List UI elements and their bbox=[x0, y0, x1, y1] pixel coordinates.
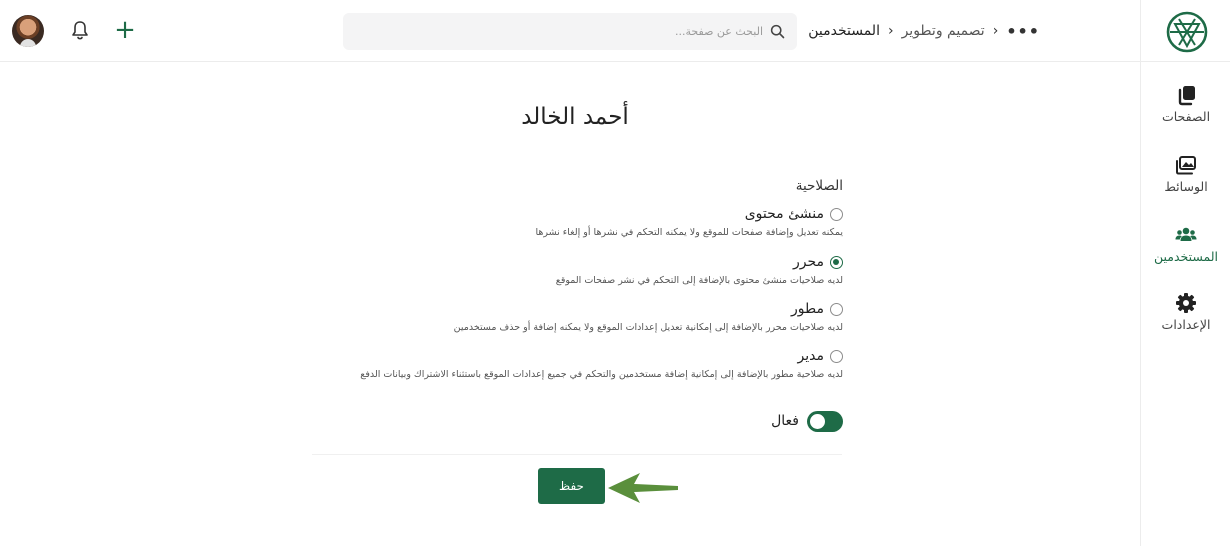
role-name: مطور bbox=[791, 301, 824, 317]
logo-area bbox=[1141, 0, 1230, 62]
add-icon[interactable]: + bbox=[114, 17, 136, 43]
role-description: يمكنه تعديل وإضافة صفحات للموقع ولا يمكن… bbox=[535, 227, 843, 238]
permission-label: الصلاحية bbox=[795, 178, 843, 194]
sidebar-item-users[interactable]: المستخدمين bbox=[1141, 224, 1230, 280]
search-input[interactable] bbox=[383, 13, 763, 50]
divider bbox=[312, 454, 842, 455]
search-box[interactable] bbox=[343, 13, 797, 50]
pages-icon bbox=[1178, 86, 1195, 106]
logo-icon[interactable] bbox=[1165, 10, 1209, 54]
breadcrumb: المستخدمين ‹ تصميم وتطوير ‹ ••• bbox=[808, 20, 1040, 42]
avatar[interactable] bbox=[12, 15, 44, 47]
pointer-arrow-icon bbox=[608, 473, 678, 503]
role-option-editor[interactable]: محرر لديه صلاحيات منشئ محتوى بالإضافة إل… bbox=[556, 252, 843, 286]
active-label: فعال bbox=[771, 413, 799, 429]
more-icon[interactable]: ••• bbox=[1006, 22, 1040, 41]
role-description: لديه صلاحيات محرر بالإضافة إلى إمكانية ت… bbox=[453, 322, 843, 333]
sidebar-item-label: الصفحات bbox=[1161, 109, 1211, 124]
sidebar-item-label: الوسائط bbox=[1164, 179, 1208, 194]
role-option-content-creator[interactable]: منشئ محتوى يمكنه تعديل وإضافة صفحات للمو… bbox=[536, 204, 843, 238]
role-option-developer[interactable]: مطور لديه صلاحيات محرر بالإضافة إلى إمكا… bbox=[454, 299, 843, 333]
breadcrumb-item-users[interactable]: المستخدمين bbox=[808, 23, 880, 39]
radio-button-selected[interactable] bbox=[830, 255, 843, 269]
role-name: مدير bbox=[797, 348, 824, 364]
active-toggle-row: فعال bbox=[771, 409, 843, 433]
chevron-icon: ‹ bbox=[992, 23, 999, 39]
role-option-admin[interactable]: مدير لديه صلاحية مطور بالإضافة إلى إمكان… bbox=[360, 346, 843, 380]
save-button[interactable]: حفظ bbox=[538, 468, 605, 504]
gear-icon bbox=[1176, 293, 1196, 313]
sidebar-item-label: المستخدمين bbox=[1153, 249, 1219, 264]
bell-icon[interactable] bbox=[70, 20, 90, 42]
radio-button[interactable] bbox=[830, 207, 843, 221]
role-description: لديه صلاحية مطور بالإضافة إلى إمكانية إض… bbox=[360, 369, 843, 380]
page-title: أحمد الخالد bbox=[521, 104, 629, 130]
chevron-icon: ‹ bbox=[887, 23, 894, 39]
breadcrumb-item-site[interactable]: تصميم وتطوير bbox=[902, 23, 985, 39]
search-icon bbox=[770, 24, 785, 39]
sidebar: الصفحات الوسائط المستخدمين الإعدادات bbox=[1140, 0, 1230, 546]
active-toggle[interactable] bbox=[807, 410, 843, 432]
sidebar-item-settings[interactable]: الإعدادات bbox=[1141, 292, 1230, 348]
sidebar-item-pages[interactable]: الصفحات bbox=[1141, 84, 1230, 140]
role-name: محرر bbox=[792, 254, 824, 270]
radio-button[interactable] bbox=[830, 302, 843, 316]
radio-button[interactable] bbox=[830, 349, 843, 363]
users-icon bbox=[1175, 227, 1197, 241]
role-name: منشئ محتوى bbox=[744, 206, 824, 222]
role-description: لديه صلاحيات منشئ محتوى بالإضافة إلى الت… bbox=[555, 275, 843, 286]
sidebar-item-label: الإعدادات bbox=[1161, 317, 1211, 332]
media-icon bbox=[1176, 156, 1196, 175]
sidebar-item-media[interactable]: الوسائط bbox=[1141, 154, 1230, 210]
top-bar: + المستخدمين ‹ تصميم وتطوير ‹ ••• bbox=[0, 0, 1140, 62]
